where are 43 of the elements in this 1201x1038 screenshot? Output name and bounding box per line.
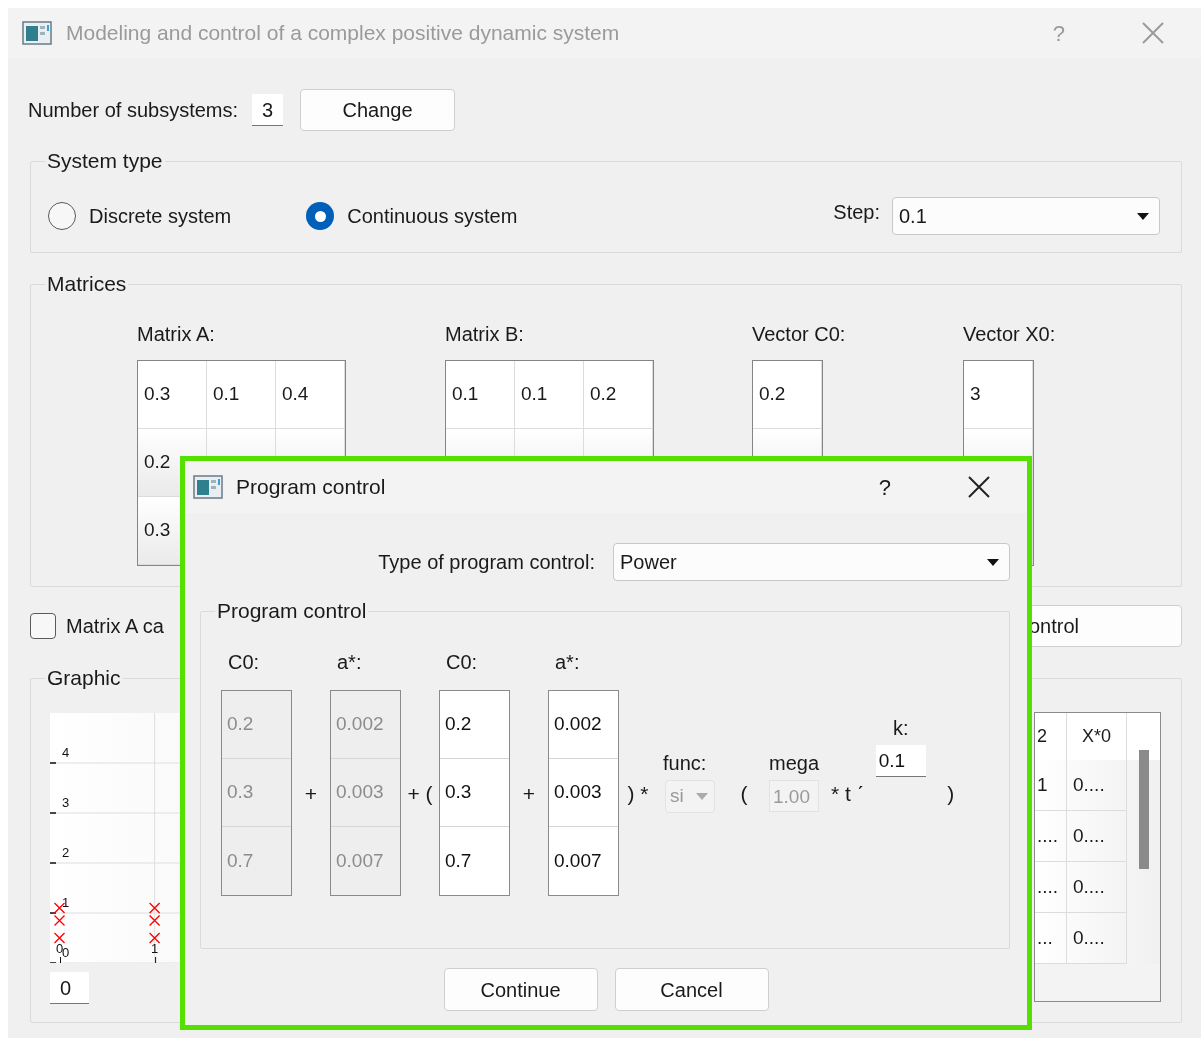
matrix-label: Vector X0:	[963, 322, 1056, 347]
field-label: Step:	[833, 200, 880, 225]
radio-label: Discrete system	[89, 204, 232, 229]
y-tick: 3	[50, 795, 70, 814]
y-tick: 2	[50, 845, 70, 864]
field-label: Number of subsystems:	[28, 98, 239, 123]
y-tick: 4	[50, 745, 70, 764]
y-tick-label: 4	[62, 745, 70, 760]
radio-label: Continuous system	[347, 204, 518, 229]
y-tick: 1	[50, 895, 70, 914]
operator-symbol: + (	[406, 781, 434, 807]
operator-symbol: ) *	[626, 781, 650, 807]
y-tick-label: 1	[62, 895, 70, 910]
field-label: Type of program control:	[377, 550, 595, 575]
operator-symbol: (	[739, 781, 749, 807]
table-cell: 0.002	[331, 691, 400, 759]
vector-label: C0:	[227, 650, 261, 675]
table-cell-text: 0.007	[335, 848, 385, 873]
operator-symbol: * t ˊ	[830, 781, 865, 807]
field-label: mega	[769, 751, 820, 776]
y-tick-label: 3	[62, 795, 70, 810]
checkbox-label: Matrix A ca	[66, 614, 164, 639]
dialog-title: Program control	[236, 474, 386, 501]
window-title: Modeling and control of a complex positive dynamic system	[66, 20, 620, 47]
matrix-label: Matrix A:	[137, 322, 215, 347]
field-label: k:	[892, 716, 909, 741]
matrix-label: Matrix B:	[445, 322, 524, 347]
y-tick-label: 2	[62, 845, 70, 860]
operator-symbol: +	[303, 781, 319, 807]
field-label: func:	[663, 751, 708, 776]
operator-symbol: +	[521, 781, 537, 807]
x-tick: 1	[151, 941, 159, 963]
table-cell-text: 0.7	[226, 848, 255, 873]
table-cell: ...	[1035, 913, 1067, 964]
matrix-label: Vector C0:	[752, 322, 846, 347]
vector-label: a*:	[554, 650, 581, 675]
operator-symbol: )	[946, 781, 956, 807]
vector-label: C0:	[445, 650, 479, 675]
table-cell: 0.3	[222, 759, 291, 827]
table-cell: 0.2	[222, 691, 291, 759]
table-cell: 0....	[1067, 913, 1127, 964]
vector-label: a*:	[336, 650, 363, 675]
table-cell: 0.003	[331, 759, 400, 827]
